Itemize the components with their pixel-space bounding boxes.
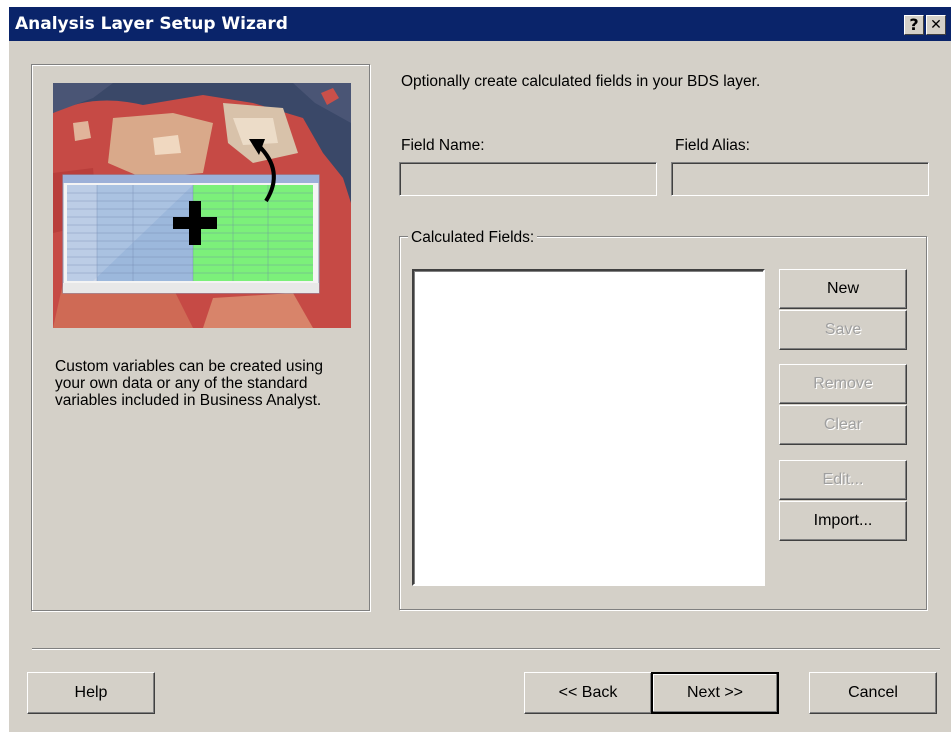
clear-button[interactable]: Clear [779, 405, 907, 445]
calculated-fields-list[interactable] [412, 269, 765, 586]
wizard-illustration [53, 83, 351, 328]
calculated-fields-label: Calculated Fields: [408, 229, 538, 247]
help-button[interactable]: Help [27, 672, 155, 714]
footer-separator [32, 648, 940, 650]
wizard-window: Analysis Layer Setup Wizard ? ✕ Custom v… [8, 6, 951, 732]
window-title: Analysis Layer Setup Wizard [15, 14, 288, 34]
edit-button[interactable]: Edit... [779, 460, 907, 500]
import-button[interactable]: Import... [779, 501, 907, 541]
remove-button[interactable]: Remove [779, 364, 907, 404]
next-button[interactable]: Next >> [651, 672, 779, 714]
info-panel: Custom variables can be created using yo… [31, 64, 370, 611]
info-description: Custom variables can be created using yo… [55, 358, 323, 409]
field-alias-label: Field Alias: [675, 137, 750, 154]
field-name-input[interactable] [399, 162, 657, 196]
save-button[interactable]: Save [779, 310, 907, 350]
map-table-graphic [53, 83, 351, 328]
title-bar[interactable]: Analysis Layer Setup Wizard ? ✕ [9, 7, 951, 41]
help-icon[interactable]: ? [904, 15, 924, 35]
cancel-button[interactable]: Cancel [809, 672, 937, 714]
back-button[interactable]: << Back [524, 672, 652, 714]
close-icon[interactable]: ✕ [926, 15, 946, 35]
field-name-label: Field Name: [401, 137, 485, 154]
field-alias-input[interactable] [671, 162, 929, 196]
instruction-text: Optionally create calculated fields in y… [401, 73, 761, 90]
new-button[interactable]: New [779, 269, 907, 309]
